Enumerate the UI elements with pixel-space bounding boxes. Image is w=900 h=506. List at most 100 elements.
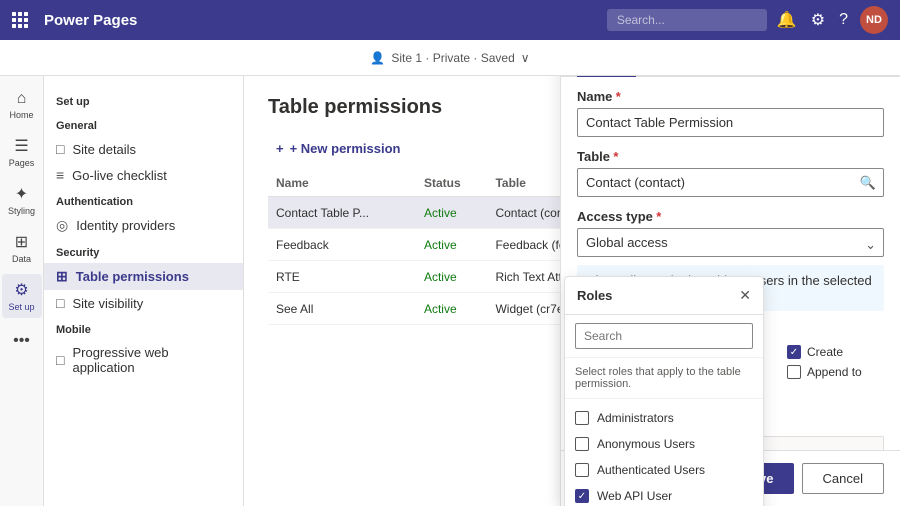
page-content: Table permissions + + New permission Nam… — [244, 76, 900, 506]
sidebar-title: Set up — [44, 88, 243, 112]
table-field-label: Table * — [577, 149, 884, 164]
table-required-mark: * — [613, 149, 618, 164]
status-badge: Active — [424, 206, 457, 220]
site-chevron-icon[interactable]: ∨ — [521, 51, 530, 65]
styling-icon: ✦ — [15, 184, 28, 204]
sidebar-icon-home[interactable]: ⌂ Home — [2, 84, 42, 126]
role-option-administrators[interactable]: Administrators — [565, 405, 763, 431]
sidebar-icon-styling[interactable]: ✦ Styling — [2, 178, 42, 222]
sidebar-item-site-details[interactable]: □ Site details — [44, 136, 243, 162]
access-type-field-label: Access type * — [577, 209, 884, 224]
roles-popup-close-button[interactable]: ✕ — [739, 287, 751, 304]
access-type-select-wrapper: Global access Contact access Account acc… — [577, 228, 884, 261]
authenticated-users-checkbox[interactable] — [575, 463, 589, 477]
authenticated-users-label: Authenticated Users — [597, 463, 705, 477]
name-field-label: Name * — [577, 89, 884, 104]
sidebar-item-identity-label: Identity providers — [76, 218, 175, 233]
setup-icon: ⚙ — [14, 280, 28, 300]
sidebar-item-go-live[interactable]: ≡ Go-live checklist — [44, 162, 243, 188]
sidebar-item-go-live-label: Go-live checklist — [72, 168, 167, 183]
role-option-anonymous-users[interactable]: Anonymous Users — [565, 431, 763, 457]
site-visibility-icon: □ — [56, 295, 64, 311]
icon-sidebar: ⌂ Home ☰ Pages ✦ Styling ⊞ Data ⚙ Set up… — [0, 76, 44, 506]
administrators-checkbox[interactable] — [575, 411, 589, 425]
site-name: Site 1 · Private · Saved — [391, 51, 514, 65]
roles-popup-search — [565, 315, 763, 358]
cancel-button[interactable]: Cancel — [802, 463, 884, 494]
sidebar-item-table-permissions[interactable]: ⊞ Table permissions — [44, 263, 243, 290]
sidebar-item-site-visibility-label: Site visibility — [72, 296, 143, 311]
settings-icon[interactable]: ⚙ — [809, 8, 827, 32]
access-type-required-mark: * — [656, 209, 661, 224]
site-icon: 👤 — [370, 51, 385, 65]
sidebar-menu: Set up General □ Site details ≡ Go-live … — [44, 76, 243, 506]
roles-popup-description: Select roles that apply to the table per… — [565, 358, 763, 399]
table-input[interactable] — [577, 168, 884, 197]
row-name: Contact Table P... — [268, 197, 416, 229]
append-to-label: Append to — [807, 365, 862, 379]
main-layout: ⌂ Home ☰ Pages ✦ Styling ⊞ Data ⚙ Set up… — [0, 76, 900, 506]
create-checkbox[interactable]: ✓ — [787, 345, 801, 359]
section-mobile-label: Mobile — [44, 316, 243, 340]
name-input[interactable] — [577, 108, 884, 137]
table-permissions-icon: ⊞ — [56, 268, 68, 285]
roles-popup-list: Administrators Anonymous Users Authentic… — [565, 399, 763, 506]
section-auth-label: Authentication — [44, 188, 243, 212]
section-security-label: Security — [44, 239, 243, 263]
go-live-icon: ≡ — [56, 167, 64, 183]
pwa-icon: □ — [56, 352, 64, 368]
permission-append-to: Append to — [787, 365, 884, 379]
top-nav: Power Pages 🔔 ⚙ ? ND — [0, 0, 900, 40]
role-more-button[interactable]: ⋯ — [862, 443, 875, 450]
col-status: Status — [416, 170, 488, 197]
app-grid-icon[interactable] — [12, 12, 28, 28]
top-nav-icons: 🔔 ⚙ ? ND — [775, 6, 888, 34]
add-icon: + — [276, 141, 284, 156]
section-general-label: General — [44, 112, 243, 136]
site-details-icon: □ — [56, 141, 64, 157]
sidebar-item-site-details-label: Site details — [72, 142, 136, 157]
sidebar-icon-data[interactable]: ⊞ Data — [2, 226, 42, 270]
avatar[interactable]: ND — [860, 6, 888, 34]
anonymous-users-checkbox[interactable] — [575, 437, 589, 451]
roles-popup: Roles ✕ Select roles that apply to the t… — [564, 276, 764, 506]
name-required-mark: * — [616, 89, 621, 104]
sidebar-item-pwa-label: Progressive web application — [72, 345, 231, 375]
web-api-user-label: Web API User — [597, 489, 672, 503]
row-name: Feedback — [268, 229, 416, 261]
notifications-icon[interactable]: 🔔 — [775, 8, 799, 32]
role-option-web-api-user[interactable]: ✓ Web API User — [565, 483, 763, 506]
identity-icon: ◎ — [56, 217, 68, 234]
data-icon: ⊞ — [15, 232, 28, 252]
content-sidebar: Set up General □ Site details ≡ Go-live … — [44, 76, 244, 506]
status-badge: Active — [424, 302, 457, 316]
access-type-select[interactable]: Global access Contact access Account acc… — [577, 228, 884, 257]
site-bar: 👤 Site 1 · Private · Saved ∨ — [0, 40, 900, 76]
sidebar-icon-pages[interactable]: ☰ Pages — [2, 130, 42, 174]
anonymous-users-label: Anonymous Users — [597, 437, 695, 451]
sidebar-item-pwa[interactable]: □ Progressive web application — [44, 340, 243, 380]
global-search-input[interactable] — [607, 9, 767, 31]
sidebar-icon-more[interactable]: ••• — [2, 326, 42, 356]
sidebar-item-identity[interactable]: ◎ Identity providers — [44, 212, 243, 239]
home-icon: ⌂ — [17, 90, 27, 108]
pages-icon: ☰ — [14, 136, 28, 156]
status-badge: Active — [424, 270, 457, 284]
sidebar-icon-setup[interactable]: ⚙ Set up — [2, 274, 42, 318]
more-icon: ••• — [13, 332, 30, 350]
col-name: Name — [268, 170, 416, 197]
roles-search-input[interactable] — [575, 323, 753, 349]
administrators-label: Administrators — [597, 411, 674, 425]
status-badge: Active — [424, 238, 457, 252]
web-api-user-checkbox[interactable]: ✓ — [575, 489, 589, 503]
role-option-authenticated-users[interactable]: Authenticated Users — [565, 457, 763, 483]
append-to-checkbox[interactable] — [787, 365, 801, 379]
sidebar-item-site-visibility[interactable]: □ Site visibility — [44, 290, 243, 316]
table-field-wrapper: 🔍 — [577, 168, 884, 197]
roles-popup-title: Roles — [577, 288, 612, 303]
table-search-icon: 🔍 — [860, 175, 876, 191]
roles-popup-header: Roles ✕ — [565, 277, 763, 315]
help-icon[interactable]: ? — [837, 9, 850, 31]
sidebar-item-table-permissions-label: Table permissions — [76, 269, 189, 284]
row-name: RTE — [268, 261, 416, 293]
